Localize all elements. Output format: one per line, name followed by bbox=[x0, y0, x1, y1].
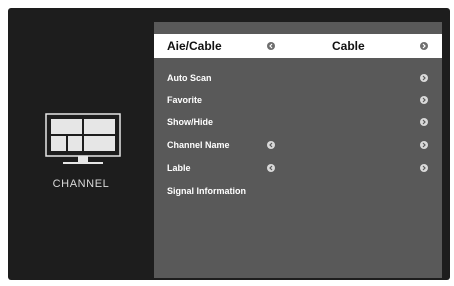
menu-row-label: Signal Information bbox=[167, 186, 247, 196]
menu-row-signal-information[interactable]: Signal Information bbox=[154, 180, 442, 202]
arrow-left-icon[interactable] bbox=[267, 42, 275, 50]
menu-row-favorite[interactable]: Favorite bbox=[154, 89, 442, 111]
category-sidebar: CHANNEL bbox=[8, 8, 154, 280]
menu-row-label: Lable bbox=[167, 163, 191, 173]
arrow-right-icon[interactable] bbox=[420, 141, 428, 149]
menu-row-label: Show/Hide bbox=[167, 117, 214, 127]
arrow-right-icon[interactable] bbox=[420, 74, 428, 82]
arrow-right-icon[interactable] bbox=[420, 96, 428, 104]
arrow-left-icon[interactable] bbox=[267, 164, 275, 172]
tv-channel-icon bbox=[45, 113, 121, 169]
menu-row-label: Channel Name bbox=[167, 140, 230, 150]
menu-row-channel-name[interactable]: Channel Name bbox=[154, 134, 442, 156]
tv-screen: CHANNEL Aie/Cable Cable Auto Scan Favori… bbox=[8, 8, 450, 280]
channel-menu-panel: Aie/Cable Cable Auto Scan Favorite Show/… bbox=[154, 22, 442, 278]
arrow-right-icon[interactable] bbox=[420, 118, 428, 126]
arrow-right-icon[interactable] bbox=[420, 164, 428, 172]
menu-row-show-hide[interactable]: Show/Hide bbox=[154, 111, 442, 133]
menu-row-label: Favorite bbox=[167, 95, 203, 105]
channel-caption: CHANNEL bbox=[52, 178, 110, 190]
menu-row-label: Auto Scan bbox=[167, 73, 212, 83]
menu-row-lable[interactable]: Lable bbox=[154, 157, 442, 179]
arrow-left-icon[interactable] bbox=[267, 141, 275, 149]
menu-row-auto-scan[interactable]: Auto Scan bbox=[154, 67, 442, 89]
menu-row-label: Aie/Cable bbox=[167, 39, 222, 53]
arrow-right-icon[interactable] bbox=[420, 42, 428, 50]
menu-row-value: Cable bbox=[332, 39, 365, 53]
menu-row-air-cable[interactable]: Aie/Cable Cable bbox=[154, 34, 442, 58]
